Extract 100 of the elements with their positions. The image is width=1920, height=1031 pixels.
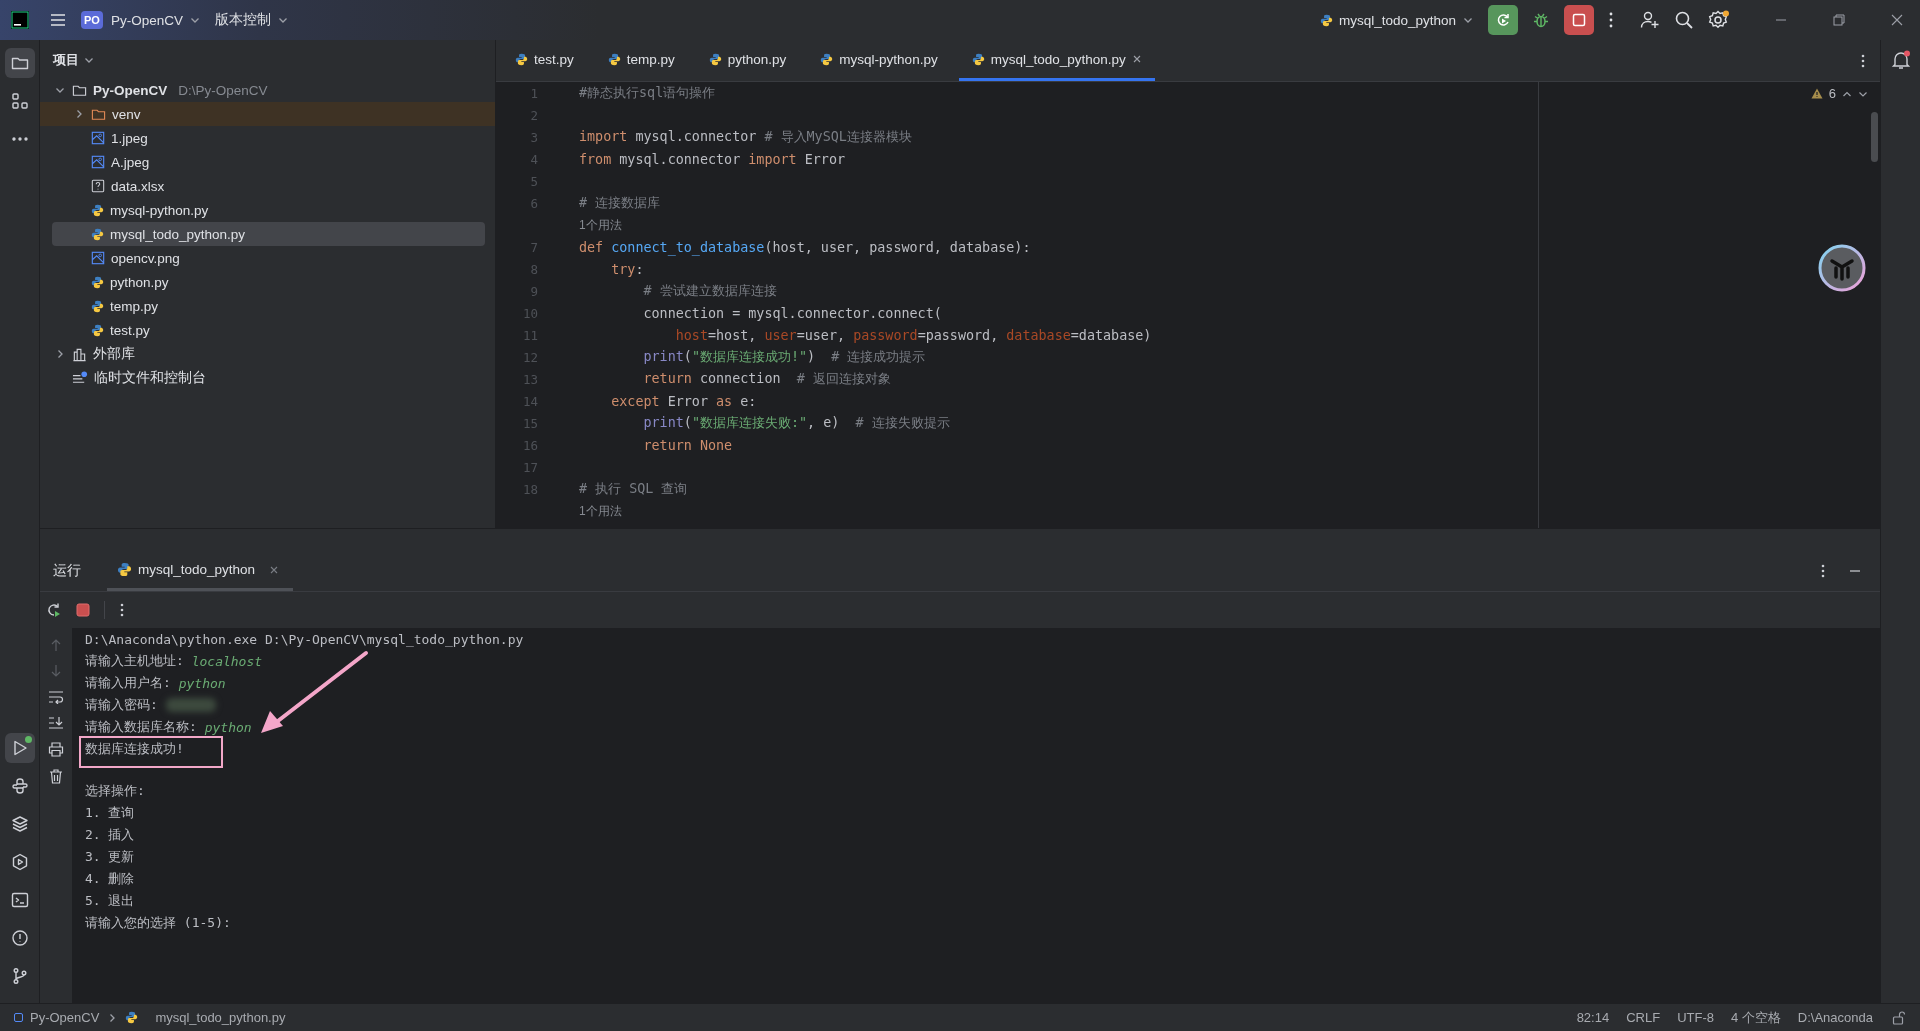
library-icon: [72, 346, 87, 362]
user-input-text: python: [204, 719, 252, 735]
scratch-files-icon: [72, 370, 88, 386]
more-icon[interactable]: [1860, 52, 1866, 69]
tree-item[interactable]: 外部库: [40, 342, 495, 366]
tree-item[interactable]: A.jpeg: [40, 150, 495, 174]
editor-tab[interactable]: temp.py: [594, 40, 688, 81]
code-line: connection = mysql.connector.connect(: [642, 305, 942, 321]
line-separator[interactable]: CRLF: [1626, 1010, 1661, 1025]
run-config-menu[interactable]: mysql_todo_python: [1319, 12, 1474, 28]
python-file-icon: [91, 299, 104, 313]
editor-tab[interactable]: python.py: [695, 40, 800, 81]
indent-setting[interactable]: 4 个空格: [1731, 1008, 1781, 1027]
breadcrumb[interactable]: Py-OpenCV: [30, 1010, 100, 1025]
editor-tab[interactable]: mysql-python.py: [807, 40, 951, 81]
rerun-icon[interactable]: [46, 602, 62, 618]
lock-icon[interactable]: [1892, 1010, 1906, 1025]
redacted-blur: [165, 698, 216, 712]
code-line: import mysql.connector # 导入MySQL连接器模块: [579, 128, 912, 146]
close-icon[interactable]: [269, 564, 280, 575]
tree-item[interactable]: temp.py: [40, 294, 495, 318]
interpreter[interactable]: D:\Anaconda: [1797, 1010, 1873, 1025]
tree-item[interactable]: opencv.png: [40, 246, 495, 270]
code-line: except Error as e:: [610, 393, 757, 409]
rerun-button[interactable]: [1488, 5, 1518, 35]
close-icon[interactable]: [1890, 13, 1904, 27]
python-file-icon: [91, 275, 104, 289]
breadcrumb[interactable]: mysql_todo_python.py: [155, 1010, 286, 1025]
vcs-menu[interactable]: 版本控制: [214, 11, 289, 29]
trash-icon[interactable]: [49, 769, 63, 784]
console-text: 1. 查询: [85, 804, 135, 822]
add-user-icon[interactable]: [1640, 10, 1660, 30]
notification-bell-icon[interactable]: [1890, 50, 1911, 70]
app-logo-icon[interactable]: [11, 11, 29, 29]
cursor-position[interactable]: 82:14: [1576, 1010, 1610, 1025]
console-text: 数据库连接成功!: [85, 741, 184, 756]
unknown-file-icon: [91, 179, 105, 193]
more-icon[interactable]: [119, 602, 125, 618]
code-line: host=host, user=user, password=password, database=database): [674, 327, 1152, 343]
code-line: def connect_to_database(host, user, password, database):: [579, 239, 1031, 255]
code-line: # 尝试建立数据库连接: [642, 282, 777, 300]
console-text: 请输入密码:: [85, 696, 159, 714]
print-icon[interactable]: [48, 742, 64, 757]
scroll-to-end-icon[interactable]: [48, 716, 64, 730]
more-icon[interactable]: [1608, 11, 1614, 29]
warning-icon[interactable]: [1810, 88, 1823, 99]
code-line: return None: [642, 437, 733, 453]
warning-count[interactable]: 6: [1828, 86, 1836, 101]
code-line: # 执行 SQL 查询: [579, 480, 688, 498]
user-input-text: localhost: [191, 653, 263, 669]
tree-item[interactable]: 临时文件和控制台: [40, 366, 495, 390]
run-tab[interactable]: mysql_todo_python: [107, 551, 294, 591]
menu-icon[interactable]: [49, 11, 67, 29]
close-icon[interactable]: [1131, 54, 1142, 64]
python-file-icon: [125, 1011, 139, 1024]
console-text: D:\Anaconda\python.exe D:\Py-OpenCV\mysql_todo_python.py: [85, 631, 524, 647]
tree-item[interactable]: python.py: [40, 270, 495, 294]
python-file-icon: [91, 323, 104, 337]
console-text: 3. 更新: [85, 848, 135, 866]
python-file-icon: [1319, 13, 1333, 27]
console-text: 请输入您的选择 (1-5):: [85, 914, 231, 932]
tree-item[interactable]: data.xlsx: [40, 174, 495, 198]
bug-icon[interactable]: [1532, 11, 1550, 29]
scrollbar-thumb[interactable]: [1871, 112, 1878, 162]
code-line: #静态执行sql语句操作: [579, 84, 716, 102]
python-file-icon: [515, 52, 528, 66]
tree-item[interactable]: venv: [40, 102, 495, 126]
console-text: 请输入主机地址:: [85, 652, 185, 670]
stop-button[interactable]: [1564, 5, 1594, 35]
tree-item[interactable]: Py-OpenCV D:\Py-OpenCV: [40, 78, 495, 102]
settings-icon[interactable]: [1708, 10, 1730, 30]
console-text: 请输入数据库名称:: [85, 718, 198, 736]
usage-hint[interactable]: 1个用法: [579, 216, 622, 234]
tree-item[interactable]: mysql_todo_python.py: [52, 222, 485, 246]
console-text: 4. 删除: [85, 870, 135, 888]
python-file-icon: [708, 52, 722, 66]
image-file-icon: [91, 131, 105, 145]
stop-icon[interactable]: [76, 603, 90, 617]
console-text: 2. 插入: [85, 826, 135, 844]
file-encoding[interactable]: UTF-8: [1677, 1010, 1714, 1025]
image-file-icon: [91, 251, 105, 265]
user-input-text: python: [178, 675, 226, 691]
restore-icon[interactable]: [1832, 13, 1846, 27]
code-line: try:: [610, 261, 644, 277]
project-menu[interactable]: PO Py-OpenCV: [81, 11, 201, 29]
project-panel-title[interactable]: 项目: [53, 50, 95, 70]
soft-wrap-icon[interactable]: [48, 690, 64, 704]
console-text: 选择操作:: [85, 782, 145, 800]
assistant-icon[interactable]: [1818, 244, 1866, 292]
code-line: return connection # 返回连接对象: [642, 370, 891, 388]
tree-item[interactable]: test.py: [40, 318, 495, 342]
panel-title: 运行: [53, 562, 81, 580]
tree-item[interactable]: 1.jpeg: [40, 126, 495, 150]
tree-item[interactable]: mysql-python.py: [40, 198, 495, 222]
usage-hint[interactable]: 1个用法: [579, 502, 622, 520]
more-icon[interactable]: [1820, 563, 1826, 579]
module-icon: [14, 1013, 23, 1022]
editor-tab[interactable]: test.py: [502, 40, 587, 81]
search-icon[interactable]: [1674, 10, 1694, 30]
python-file-icon: [607, 52, 621, 66]
